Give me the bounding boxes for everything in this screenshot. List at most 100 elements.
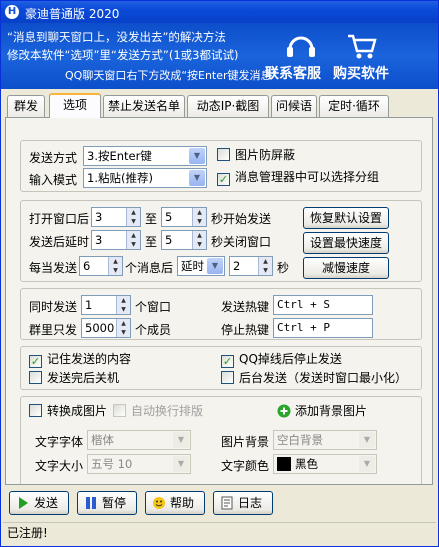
color-value: 黑色 <box>295 457 318 471</box>
spin-buttons[interactable]: ▲ ▼ <box>126 231 140 249</box>
timing-group: 打开窗口后 3 ▲ ▼ 至 5 ▲ ▼ 秒开始发送 发送后延时 3 ▲ ▼ 至 5 ▲ ▼ 秒关… <box>20 200 422 282</box>
send-method-label: 发送方式 <box>29 151 78 165</box>
pause-button[interactable]: 暂停 <box>77 491 137 515</box>
color-swatch <box>277 457 291 471</box>
concurrent-spinner[interactable]: 1 ▲ ▼ <box>81 295 131 315</box>
input-mode-select[interactable]: 1.粘贴(推荐) ▼ <box>83 168 207 188</box>
headset-icon[interactable] <box>284 31 318 61</box>
checkbox-box <box>29 404 42 417</box>
qq-stop-label: QQ掉线后停止发送 <box>239 352 342 366</box>
checkbox-box <box>29 371 42 384</box>
restore-defaults-button[interactable]: 恢复默认设置 <box>303 207 389 229</box>
send-method-select[interactable]: 3.按Enter键 ▼ <box>83 146 207 166</box>
shutdown-label: 发送完后关机 <box>47 371 120 385</box>
checkbox-box <box>113 404 126 417</box>
input-mode-value: 1.粘贴(推荐) <box>87 171 153 185</box>
background-label: 后台发送（发送时窗口最小化） <box>239 371 408 385</box>
bg-label: 图片背景 <box>221 435 270 449</box>
tab-greetings[interactable]: 问候语 <box>271 95 317 117</box>
spin-buttons[interactable]: ▲ ▼ <box>258 257 272 275</box>
delay-suffix-label: 秒关闭窗口 <box>211 235 272 249</box>
every-count-spinner[interactable]: 6 ▲ ▼ <box>79 256 123 276</box>
to-label-1: 至 <box>145 212 158 226</box>
fastest-speed-button[interactable]: 设置最快速度 <box>303 232 389 254</box>
stop-hotkey-field[interactable]: Ctrl + P <box>273 318 373 338</box>
send-button[interactable]: 发送 <box>9 491 69 515</box>
spin-buttons[interactable]: ▲ ▼ <box>126 208 140 226</box>
slow-down-button[interactable]: 减慢速度 <box>303 257 389 279</box>
concurrent-label: 同时发送 <box>29 300 78 314</box>
send-hotkey-field[interactable]: Ctrl + S <box>273 295 373 315</box>
chevron-down-icon: ▼ <box>173 432 189 448</box>
delay-from-value: 3 <box>95 233 103 247</box>
font-select[interactable]: 楷体 ▼ <box>87 430 191 450</box>
group-only-spinner[interactable]: 5000 ▲ ▼ <box>81 318 131 338</box>
app-icon: H <box>5 5 19 19</box>
send-options-group: ✓ 记住发送的内容 发送完后关机 ✓ QQ掉线后停止发送 后台发送（发送时窗口最小化… <box>20 346 422 390</box>
tab-schedule[interactable]: 定时·循环 <box>319 95 389 117</box>
auto-wrap-checkbox[interactable]: 自动换行排版 <box>113 404 203 420</box>
contact-service-link[interactable]: 联系客服 <box>265 63 321 83</box>
log-button[interactable]: 日志 <box>213 491 273 515</box>
spin-buttons[interactable]: ▲ ▼ <box>116 319 130 337</box>
open-suffix-label: 秒开始发送 <box>211 212 272 226</box>
group-only-label: 群里只发 <box>29 323 78 337</box>
to-label-2: 至 <box>145 235 158 249</box>
open-window-label: 打开窗口后 <box>29 212 90 226</box>
plus-circle-icon <box>277 404 291 418</box>
spin-buttons[interactable]: ▲ ▼ <box>116 296 130 314</box>
play-icon <box>19 497 28 509</box>
send-hotkey-label: 发送热键 <box>221 300 270 314</box>
concurrent-value: 1 <box>85 298 93 312</box>
banner-line-3: QQ聊天窗口右下方改成“按Enter键发消息” <box>65 69 278 82</box>
every-secs-spinner[interactable]: 2 ▲ ▼ <box>229 256 273 276</box>
chevron-down-icon: ▼ <box>189 170 205 186</box>
delay-to-spinner[interactable]: 5 ▲ ▼ <box>161 230 207 250</box>
delay-from-spinner[interactable]: 3 ▲ ▼ <box>91 230 141 250</box>
bg-select[interactable]: 空白背景 ▼ <box>273 430 377 450</box>
every-mode-select[interactable]: 延时 ▼ <box>177 256 225 276</box>
checkmark-icon: ✓ <box>29 355 42 368</box>
convert-image-checkbox[interactable]: 转换成图片 <box>29 404 107 420</box>
group-select-checkbox[interactable]: ✓ 消息管理器中可以选择分组 <box>217 170 379 186</box>
remember-content-checkbox[interactable]: ✓ 记住发送的内容 <box>29 352 131 368</box>
open-to-spinner[interactable]: 5 ▲ ▼ <box>161 207 207 227</box>
send-method-value: 3.按Enter键 <box>87 149 152 163</box>
banner-line-1: “消息到聊天窗口上，没发出去”的解决方法 <box>7 30 226 44</box>
spin-buttons[interactable]: ▲ ▼ <box>192 231 206 249</box>
pause-label: 暂停 <box>102 496 127 510</box>
tab-blacklist[interactable]: 禁止发送名单 <box>103 95 185 117</box>
size-label: 文字大小 <box>35 459 84 473</box>
color-select[interactable]: 黑色 ▼ <box>273 454 377 474</box>
help-button[interactable]: 帮助 <box>145 491 205 515</box>
every-secs-value: 2 <box>233 259 241 273</box>
spin-buttons[interactable]: ▲ ▼ <box>192 208 206 226</box>
convert-label: 转换成图片 <box>47 404 108 418</box>
pause-icon <box>86 497 96 509</box>
tab-options[interactable]: 选项 <box>49 93 101 118</box>
title-bar[interactable]: H 豪迪普通版 2020 <box>1 1 438 23</box>
group-select-label: 消息管理器中可以选择分组 <box>235 170 380 184</box>
smiley-icon <box>153 497 165 509</box>
options-panel: 发送方式 3.按Enter键 ▼ 输入模式 1.粘贴(推荐) ▼ 图片防屏蔽 ✓ 消息… <box>5 117 433 485</box>
font-value: 楷体 <box>91 433 114 447</box>
chevron-down-icon: ▼ <box>207 258 223 274</box>
buy-software-link[interactable]: 购买软件 <box>333 63 389 83</box>
tab-mass-send[interactable]: 群发 <box>7 95 45 117</box>
qq-offline-stop-checkbox[interactable]: ✓ QQ掉线后停止发送 <box>221 352 342 368</box>
shutdown-checkbox[interactable]: 发送完后关机 <box>29 371 119 387</box>
send-method-group: 发送方式 3.按Enter键 ▼ 输入模式 1.粘贴(推荐) ▼ 图片防屏蔽 ✓ 消息… <box>20 140 422 192</box>
tab-dynamic-ip[interactable]: 动态IP·截图 <box>187 95 269 117</box>
anti-block-label: 图片防屏蔽 <box>235 148 296 162</box>
image-group: 转换成图片 自动换行排版 添加背景图片 文字字体 楷体 ▼ 文字大小 五号 10 ▼… <box>20 396 422 484</box>
cart-icon[interactable] <box>345 31 379 61</box>
add-background-button[interactable]: 添加背景图片 <box>277 404 367 420</box>
chevron-down-icon: ▼ <box>359 456 375 472</box>
size-select[interactable]: 五号 10 ▼ <box>87 454 191 474</box>
every-mode-value: 延时 <box>181 259 204 273</box>
open-from-spinner[interactable]: 3 ▲ ▼ <box>91 207 141 227</box>
add-bg-label: 添加背景图片 <box>295 404 368 418</box>
anti-block-checkbox[interactable]: 图片防屏蔽 <box>217 148 295 164</box>
background-send-checkbox[interactable]: 后台发送（发送时窗口最小化） <box>221 371 407 387</box>
spin-buttons[interactable]: ▲ ▼ <box>108 257 122 275</box>
